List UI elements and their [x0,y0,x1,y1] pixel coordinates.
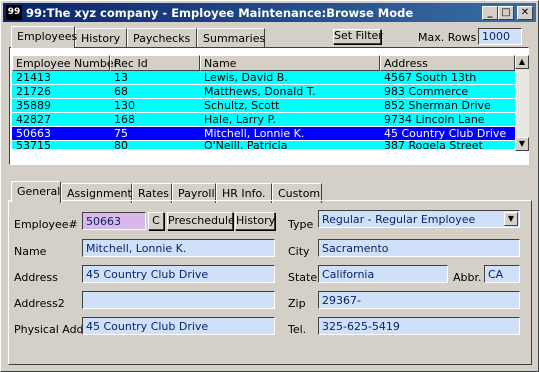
scroll-up-icon[interactable]: ▲ [515,55,529,69]
cell-name: Mitchell, Lonnie K. [204,127,305,140]
set-filter-button[interactable]: Set Filter [333,29,383,44]
tab-summaries[interactable]: Summaries [197,28,265,48]
cell-address: 852 Sherman Drive [384,99,491,112]
cell-rec-id: 80 [114,141,128,149]
column-header-rec-id[interactable]: Rec Id [110,55,200,71]
max-rows-input[interactable]: 1000 [478,28,522,45]
title-bar[interactable]: 99 99:The xyz company - Employee Mainten… [3,3,536,22]
employee-number-label: Employee# [14,218,78,231]
table-row[interactable]: 21726 68 Matthews, Donald T. 983 Commerc… [12,85,515,98]
c-button[interactable]: C [148,212,164,230]
tel-field[interactable]: 325-625-5419 [318,317,520,335]
max-rows-label: Max. Rows [418,31,477,44]
cell-employee-number: 35889 [16,99,51,112]
grid-vertical-scrollbar[interactable]: ▲ ▼ [515,55,529,151]
table-row[interactable]: 42827 168 Hale, Larry P. 9734 Lincoln La… [12,113,515,126]
scroll-down-icon[interactable]: ▼ [515,137,529,151]
city-field[interactable]: Sacramento [318,239,520,257]
address2-label: Address2 [14,297,65,310]
tel-label: Tel. [288,323,307,336]
table-row[interactable]: 21413 13 Lewis, David B. 4567 South 13th [12,71,515,84]
close-icon[interactable]: ✕ [517,6,533,20]
maximize-icon[interactable]: □ [498,6,514,20]
cell-address: 4567 South 13th [384,71,477,84]
column-header-address[interactable]: Address [380,55,515,71]
preschedule-button[interactable]: Preschedule [167,212,235,230]
column-header-employee-number[interactable]: Employee Number [12,55,118,71]
app-window: 99 99:The xyz company - Employee Mainten… [0,0,539,372]
physical-address-label: Physical Addr [14,323,89,336]
cell-name: Matthews, Donald T. [204,85,316,98]
app-icon: 99 [6,5,22,20]
cell-name: Lewis, David B. [204,71,288,84]
address2-field[interactable] [82,291,275,309]
tab-paychecks[interactable]: Paychecks [127,28,197,48]
table-row[interactable]: 53715 80 O'Neill, Patricia 387 Rogela St… [12,141,515,149]
name-label: Name [14,245,47,258]
cell-address: 9734 Lincoln Lane [384,113,485,126]
cell-rec-id: 13 [114,71,128,84]
column-header-name[interactable]: Name [200,55,380,71]
address-field[interactable]: 45 Country Club Drive [82,265,275,283]
tab-general[interactable]: General [11,181,61,203]
state-abbr-field[interactable]: CA [484,265,520,283]
cell-employee-number: 50663 [16,127,51,140]
cell-rec-id: 75 [114,127,128,140]
name-field[interactable]: Mitchell, Lonnie K. [82,239,275,257]
cell-employee-number: 21413 [16,71,51,84]
state-label: State [288,271,318,284]
employee-grid: Employee Number Rec Id Name Address 2141… [9,47,529,165]
employee-number-field[interactable]: 50663 [82,212,146,230]
type-label: Type [288,218,314,231]
state-field[interactable]: California [318,265,448,283]
cell-employee-number: 42827 [16,113,51,126]
cell-address: 45 Country Club Drive [384,127,507,140]
city-label: City [288,245,310,258]
chevron-down-icon[interactable]: ▼ [504,212,518,226]
zip-label: Zip [288,297,306,310]
type-select-value: Regular - Regular Employee [322,213,476,226]
table-row[interactable]: 35889 130 Schultz, Scott 852 Sherman Dri… [12,99,515,112]
cell-name: Hale, Larry P. [204,113,276,126]
tab-history[interactable]: History [75,28,127,48]
physical-address-field[interactable]: 45 Country Club Drive [82,317,275,335]
tab-employees[interactable]: Employees [11,26,77,48]
cell-address: 983 Commerce [384,85,469,98]
history-button[interactable]: History [235,212,275,230]
cell-address: 387 Rogela Street [384,141,483,149]
window-title: 99:The xyz company - Employee Maintenanc… [26,6,414,20]
cell-employee-number: 53715 [16,141,51,149]
cell-name: Schultz, Scott [204,99,280,112]
cell-rec-id: 68 [114,85,128,98]
cell-employee-number: 21726 [16,85,51,98]
zip-field[interactable]: 29367- [318,291,520,309]
abbr-label: Abbr. [453,271,482,284]
minimize-icon[interactable]: _ [482,6,498,20]
cell-rec-id: 130 [114,99,135,112]
grid-header: Employee Number Rec Id Name Address [12,55,515,71]
type-select[interactable]: Regular - Regular Employee ▼ [318,210,520,228]
address-label: Address [14,271,58,284]
cell-rec-id: 168 [114,113,135,126]
cell-name: O'Neill, Patricia [204,141,288,149]
table-row-selected[interactable]: 50663 75 Mitchell, Lonnie K. 45 Country … [12,127,515,140]
